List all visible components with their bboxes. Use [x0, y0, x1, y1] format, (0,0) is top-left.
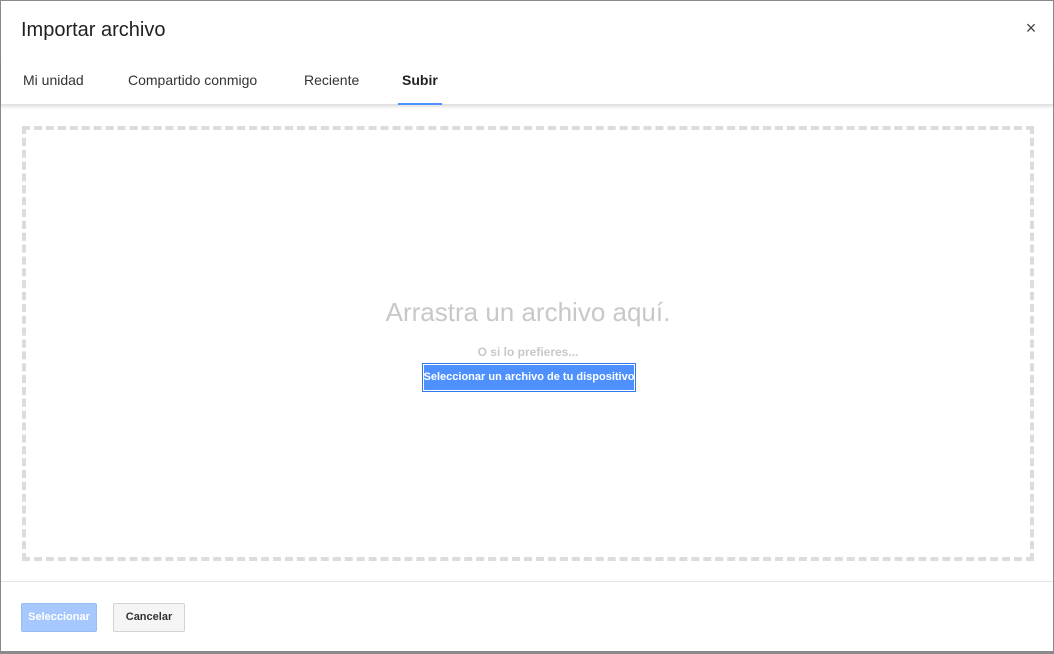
select-from-device-button[interactable]: Seleccionar un archivo de tu dispositivo [422, 363, 636, 392]
close-icon[interactable]: × [1022, 17, 1040, 39]
cancel-button[interactable]: Cancelar [113, 603, 185, 632]
tab-reciente[interactable]: Reciente [304, 57, 359, 105]
tab-compartido-conmigo[interactable]: Compartido conmigo [128, 57, 257, 105]
dialog-footer: Seleccionar Cancelar [1, 581, 1053, 652]
or-label: O si lo prefieres... [477, 345, 579, 359]
drop-instruction: Arrastra un archivo aquí. [385, 297, 671, 327]
file-drop-zone[interactable]: Arrastra un archivo aquí. O si lo prefie… [22, 126, 1034, 561]
tab-subir[interactable]: Subir [398, 57, 442, 105]
tab-bar: Mi unidad Compartido conmigo Reciente Su… [1, 57, 1053, 105]
tab-mi-unidad[interactable]: Mi unidad [23, 57, 84, 105]
import-file-dialog: Importar archivo × Mi unidad Compartido … [0, 0, 1054, 654]
select-button[interactable]: Seleccionar [21, 603, 97, 632]
dialog-title: Importar archivo [21, 19, 166, 41]
